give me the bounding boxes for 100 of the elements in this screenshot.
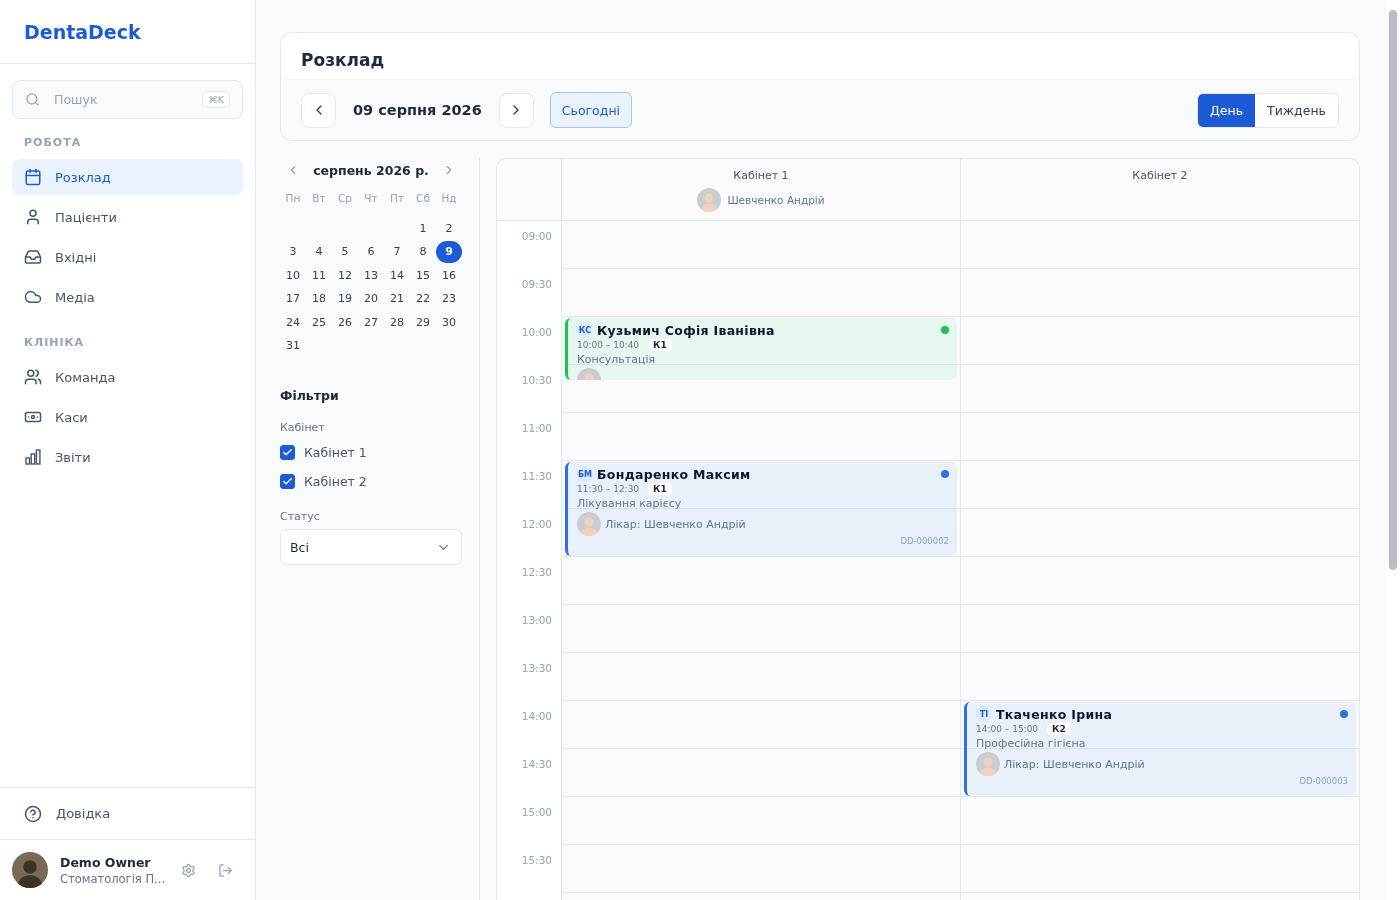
calendar-day[interactable]: 30 — [436, 311, 462, 334]
section-title: КЛІНІКА — [23, 335, 86, 351]
calendar-day[interactable]: 19 — [332, 287, 358, 310]
avatar-icon — [976, 752, 1000, 776]
time-label: 15:30 — [521, 854, 552, 866]
time-label: 15:00 — [521, 806, 552, 818]
calendar-day[interactable]: 28 — [384, 311, 410, 334]
month-title: серпень 2026 р. — [313, 162, 429, 178]
nav-item[interactable]: Розклад — [12, 159, 243, 195]
checkbox[interactable] — [280, 445, 295, 460]
weekday-label: Вт — [311, 192, 327, 206]
calendar-day[interactable]: 12 — [332, 264, 358, 287]
next-day-button[interactable] — [498, 92, 534, 128]
nav-item[interactable]: Вхідні — [12, 239, 243, 275]
time-label: 14:00 — [521, 710, 552, 722]
scrollbar[interactable] — [1389, 10, 1397, 570]
calendar-day[interactable]: 9 — [436, 240, 462, 263]
calendar-day[interactable]: 5 — [332, 240, 358, 263]
nav-item[interactable]: Пацієнти — [12, 199, 243, 235]
calendar-day[interactable]: 8 — [410, 240, 436, 263]
nav-item[interactable]: Звіти — [12, 439, 243, 475]
weekday-label: Пт — [389, 192, 405, 206]
previous-day-button[interactable] — [301, 92, 336, 128]
room-tag: К1 — [648, 483, 672, 495]
filters-title: Фільтри — [280, 388, 340, 403]
time-label: 11:30 — [521, 470, 552, 482]
room-tag: К2 — [1047, 723, 1071, 735]
calendar-day[interactable]: 18 — [306, 287, 332, 310]
weekday-label: Ср — [337, 192, 353, 206]
calendar-day[interactable]: 10 — [280, 264, 306, 287]
patient-name: Кузьмич Софія Іванівна — [597, 322, 775, 338]
view-tab[interactable]: День — [1198, 93, 1256, 127]
initials-badge: ТІ — [976, 706, 992, 722]
calendar-day[interactable]: 26 — [332, 311, 358, 334]
search-field[interactable]: Пошук — [52, 91, 191, 108]
calendar-day[interactable]: 20 — [358, 287, 384, 310]
weekday-label: Нд — [440, 192, 458, 206]
calendar-day[interactable]: 7 — [384, 240, 410, 263]
nav-item[interactable]: Каси — [12, 399, 243, 435]
appointment-card[interactable]: БМ Бондаренко Максим 11:30 – 12:30 К1 Лікування карієсу Лікар: Шевченко Андрій DD-000002 — [565, 462, 957, 556]
appointment-card[interactable]: ТІ Ткаченко Ірина 14:00 – 15:00 К2 Професійна гігієна Лікар: Шевченко Андрій DD-000003 — [964, 702, 1356, 796]
calendar-day[interactable]: 24 — [280, 311, 306, 334]
help-link[interactable]: Довідка — [0, 787, 255, 840]
time-label: 14:30 — [521, 758, 552, 770]
calendar-day[interactable]: 21 — [384, 287, 410, 310]
checkbox-label: Кабінет 2 — [304, 474, 367, 489]
calendar-day[interactable]: 31 — [280, 334, 306, 357]
avatar-icon — [577, 512, 601, 536]
room-tag: К1 — [648, 339, 672, 351]
doctor-name: Лікар: Шевченко Андрій — [605, 517, 746, 531]
nav-item[interactable]: Медіа — [12, 279, 243, 315]
people-icon — [24, 368, 42, 386]
weekday-label: Пн — [284, 192, 302, 206]
calendar-day[interactable]: 11 — [306, 264, 332, 287]
calendar-day[interactable]: 27 — [358, 311, 384, 334]
calendar-day[interactable]: 13 — [358, 264, 384, 287]
calendar-day[interactable]: 23 — [436, 287, 462, 310]
checkbox-label: Кабінет 1 — [304, 445, 367, 460]
patient-name: Ткаченко Ірина — [996, 706, 1113, 722]
time-label: 12:00 — [521, 518, 552, 530]
doctor-name: Лікар: Шевченко Андрій — [1004, 757, 1145, 771]
calendar-day[interactable]: 29 — [410, 311, 436, 334]
clinic-name: Стоматологія П... — [60, 871, 167, 886]
calendar-day[interactable]: 4 — [306, 240, 332, 263]
calendar-day[interactable]: 15 — [410, 264, 436, 287]
service-name: Лікування карієсу — [577, 497, 683, 510]
time-label: 11:00 — [521, 422, 552, 434]
calendar-day[interactable]: 16 — [436, 264, 462, 287]
nav-item[interactable]: Команда — [12, 359, 243, 395]
appointment-time: 11:30 – 12:30 — [577, 484, 640, 494]
settings-button[interactable] — [181, 862, 196, 878]
status-select[interactable]: Всі — [280, 529, 462, 565]
calendar-day[interactable]: 6 — [358, 240, 384, 263]
cloud-icon — [24, 288, 42, 306]
initials-badge: КС — [577, 322, 593, 338]
patient-name: Бондаренко Максим — [597, 466, 751, 482]
calendar-icon — [24, 168, 42, 186]
initials-badge: БМ — [577, 466, 593, 482]
today-button[interactable]: Сьогодні — [549, 92, 633, 128]
section-title: РОБОТА — [23, 135, 83, 151]
inbox-icon — [24, 248, 42, 266]
calendar-day[interactable]: 2 — [436, 217, 462, 240]
calendar-day[interactable]: 25 — [306, 311, 332, 334]
logout-button[interactable] — [218, 862, 233, 878]
calendar-day[interactable]: 17 — [280, 287, 306, 310]
appointment-code: DD-000003 — [1299, 776, 1348, 786]
time-label: 09:30 — [521, 278, 552, 290]
time-label: 10:30 — [521, 374, 552, 386]
current-date: 09 серпня 2026 — [353, 102, 482, 118]
calendar-day[interactable]: 14 — [384, 264, 410, 287]
calendar-day[interactable]: 1 — [410, 217, 436, 240]
appointment-card[interactable]: КС Кузьмич Софія Іванівна 10:00 – 10:40 К1 Консультація — [565, 318, 957, 380]
calendar-day[interactable]: 3 — [280, 240, 306, 263]
check-icon — [282, 476, 293, 487]
checkbox[interactable] — [280, 474, 295, 489]
time-label: 13:30 — [521, 662, 552, 674]
appointment-code: DD-000002 — [900, 536, 949, 546]
time-label: 09:00 — [521, 230, 552, 242]
calendar-day[interactable]: 22 — [410, 287, 436, 310]
person-icon — [24, 208, 42, 226]
